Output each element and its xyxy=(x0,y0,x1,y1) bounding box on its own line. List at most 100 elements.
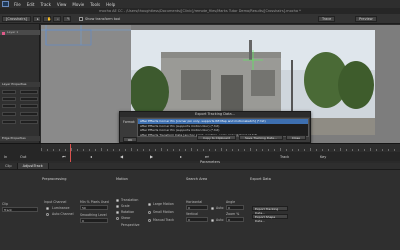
rotation-checkbox[interactable] xyxy=(116,211,119,214)
layer-field-2[interactable] xyxy=(20,90,38,94)
crosshairs-dropdown[interactable]: [Crosshairs] xyxy=(2,15,31,22)
shear-checkbox[interactable] xyxy=(116,217,119,220)
translation-checkbox[interactable] xyxy=(116,199,119,202)
vertical-auto-checkbox[interactable] xyxy=(211,219,214,222)
timeline-tick xyxy=(286,149,288,151)
step-back-icon[interactable]: ◂ xyxy=(90,154,92,159)
timeline-tick xyxy=(166,149,168,151)
timeline-tick xyxy=(292,149,294,151)
angle-field[interactable]: 0 xyxy=(226,205,244,210)
menu-track[interactable]: Track xyxy=(37,2,53,7)
timeline-tick xyxy=(382,149,384,151)
perspective-label: Perspective xyxy=(121,223,140,227)
layer-field-1[interactable] xyxy=(2,90,16,94)
timeline-tick xyxy=(202,149,204,151)
timeline-tick xyxy=(124,149,126,151)
ok-button[interactable]: OK xyxy=(123,137,137,142)
motion-title: Motion xyxy=(116,177,128,181)
format-label: Format: xyxy=(123,120,136,124)
horizontal-auto-checkbox[interactable] xyxy=(211,207,214,210)
timeline-tick xyxy=(184,149,186,151)
layer-field-8[interactable] xyxy=(20,112,38,116)
timeline-tick xyxy=(112,149,114,151)
menu-movie[interactable]: Movie xyxy=(69,2,87,7)
timeline-tick xyxy=(238,149,240,151)
timeline-tick xyxy=(148,149,150,151)
in-label[interactable]: In xyxy=(4,155,7,159)
step-forward-icon[interactable]: ▸ xyxy=(180,154,182,159)
track-label: Track xyxy=(280,155,290,159)
layer-field-10[interactable] xyxy=(20,120,38,124)
vertical-field[interactable]: 0 xyxy=(186,217,208,222)
trace-button[interactable]: Trace xyxy=(318,16,336,22)
preview-button[interactable]: Preview xyxy=(355,16,377,22)
tool-pen-button[interactable]: ✎ xyxy=(62,15,71,22)
smoothing-label: Smoothing Level xyxy=(80,213,107,217)
track-parameters-panel: Preprocessing Motion Search Area Export … xyxy=(0,170,400,250)
auto-channel-radio[interactable] xyxy=(46,213,49,216)
clip-dropdown[interactable]: Track xyxy=(2,207,38,212)
menu-edit[interactable]: Edit xyxy=(24,2,38,7)
luminance-radio[interactable] xyxy=(46,207,49,210)
smoothing-field[interactable]: 0 xyxy=(80,218,108,223)
timeline-tick xyxy=(370,148,372,151)
layer-row[interactable]: Layer 1 xyxy=(0,30,40,35)
grid-overlay xyxy=(41,25,131,46)
menu-bar: File Edit Track View Movie Tools Help xyxy=(0,0,400,8)
edge-properties-header[interactable]: Edge Properties xyxy=(0,136,40,141)
menu-file[interactable]: File xyxy=(11,2,24,7)
timeline-tick xyxy=(41,148,42,151)
tool-select-button[interactable]: ▸ xyxy=(32,15,41,22)
tab-adjust-track[interactable]: AdjustTrack xyxy=(17,163,49,169)
timeline-tick xyxy=(394,149,396,151)
timeline-tick xyxy=(130,148,132,151)
small-motion-checkbox[interactable] xyxy=(148,211,151,214)
min-pixels-field[interactable]: 50 xyxy=(80,205,108,210)
export-tracking-button[interactable]: Export Tracking Data... xyxy=(252,206,288,215)
layer-field-3[interactable] xyxy=(2,97,16,101)
tab-clip[interactable]: Clip xyxy=(0,163,18,169)
menu-tools[interactable]: Tools xyxy=(87,2,103,7)
close-button[interactable]: Close xyxy=(285,135,306,140)
timeline-tick xyxy=(280,148,282,151)
play-reverse-icon[interactable]: ◀ xyxy=(120,154,123,159)
tool-hand-button[interactable]: ✋ xyxy=(42,15,51,22)
play-icon[interactable]: ▶ xyxy=(150,154,153,159)
timeline-tick xyxy=(118,149,120,151)
scale-checkbox[interactable] xyxy=(116,205,119,208)
timeline-tick xyxy=(250,148,252,151)
layer-field-7[interactable] xyxy=(2,112,16,116)
manual-track-checkbox[interactable] xyxy=(148,219,151,222)
timeline-tick xyxy=(352,149,354,151)
layer-field-5[interactable] xyxy=(2,104,16,108)
auto-label: Auto xyxy=(216,218,224,222)
layer-properties-header[interactable]: Layer Properties xyxy=(0,82,40,87)
go-start-icon[interactable]: ⏮ xyxy=(62,154,66,159)
auto-channel-label: Auto Channel xyxy=(52,212,74,216)
horizontal-field[interactable]: 0 xyxy=(186,205,208,210)
timeline-tick xyxy=(70,148,72,151)
go-end-icon[interactable]: ⏭ xyxy=(205,154,209,159)
export-shape-button[interactable]: Export Shape Data... xyxy=(252,214,288,223)
export-tracking-dialog[interactable]: Export Tracking Data... Format: After Ef… xyxy=(119,111,311,143)
copy-to-clipboard-button[interactable]: Copy to Clipboard xyxy=(197,135,237,140)
layer-field-4[interactable] xyxy=(20,97,38,101)
timeline-tick xyxy=(160,148,162,151)
zoom-field[interactable]: 0 xyxy=(226,217,244,222)
timeline-tick xyxy=(310,148,312,151)
timeline-tick xyxy=(376,149,378,151)
layer-field-9[interactable] xyxy=(2,120,16,124)
out-label[interactable]: Out xyxy=(20,155,26,159)
menu-view[interactable]: View xyxy=(54,2,70,7)
save-tracking-button[interactable]: Save Tracking Data... xyxy=(239,135,283,140)
tool-zoom-button[interactable]: ⌕ xyxy=(52,15,61,22)
layer-field-6[interactable] xyxy=(20,104,38,108)
timeline-ruler[interactable] xyxy=(41,144,400,152)
timeline-tick xyxy=(46,149,48,151)
large-motion-checkbox[interactable] xyxy=(148,203,151,206)
timeline-tick xyxy=(328,149,330,151)
show-transform-checkbox[interactable]: Show transform tool xyxy=(78,16,120,21)
menu-help[interactable]: Help xyxy=(103,2,118,7)
timeline-tick xyxy=(154,149,156,151)
dialog-title: Export Tracking Data... xyxy=(120,112,310,117)
